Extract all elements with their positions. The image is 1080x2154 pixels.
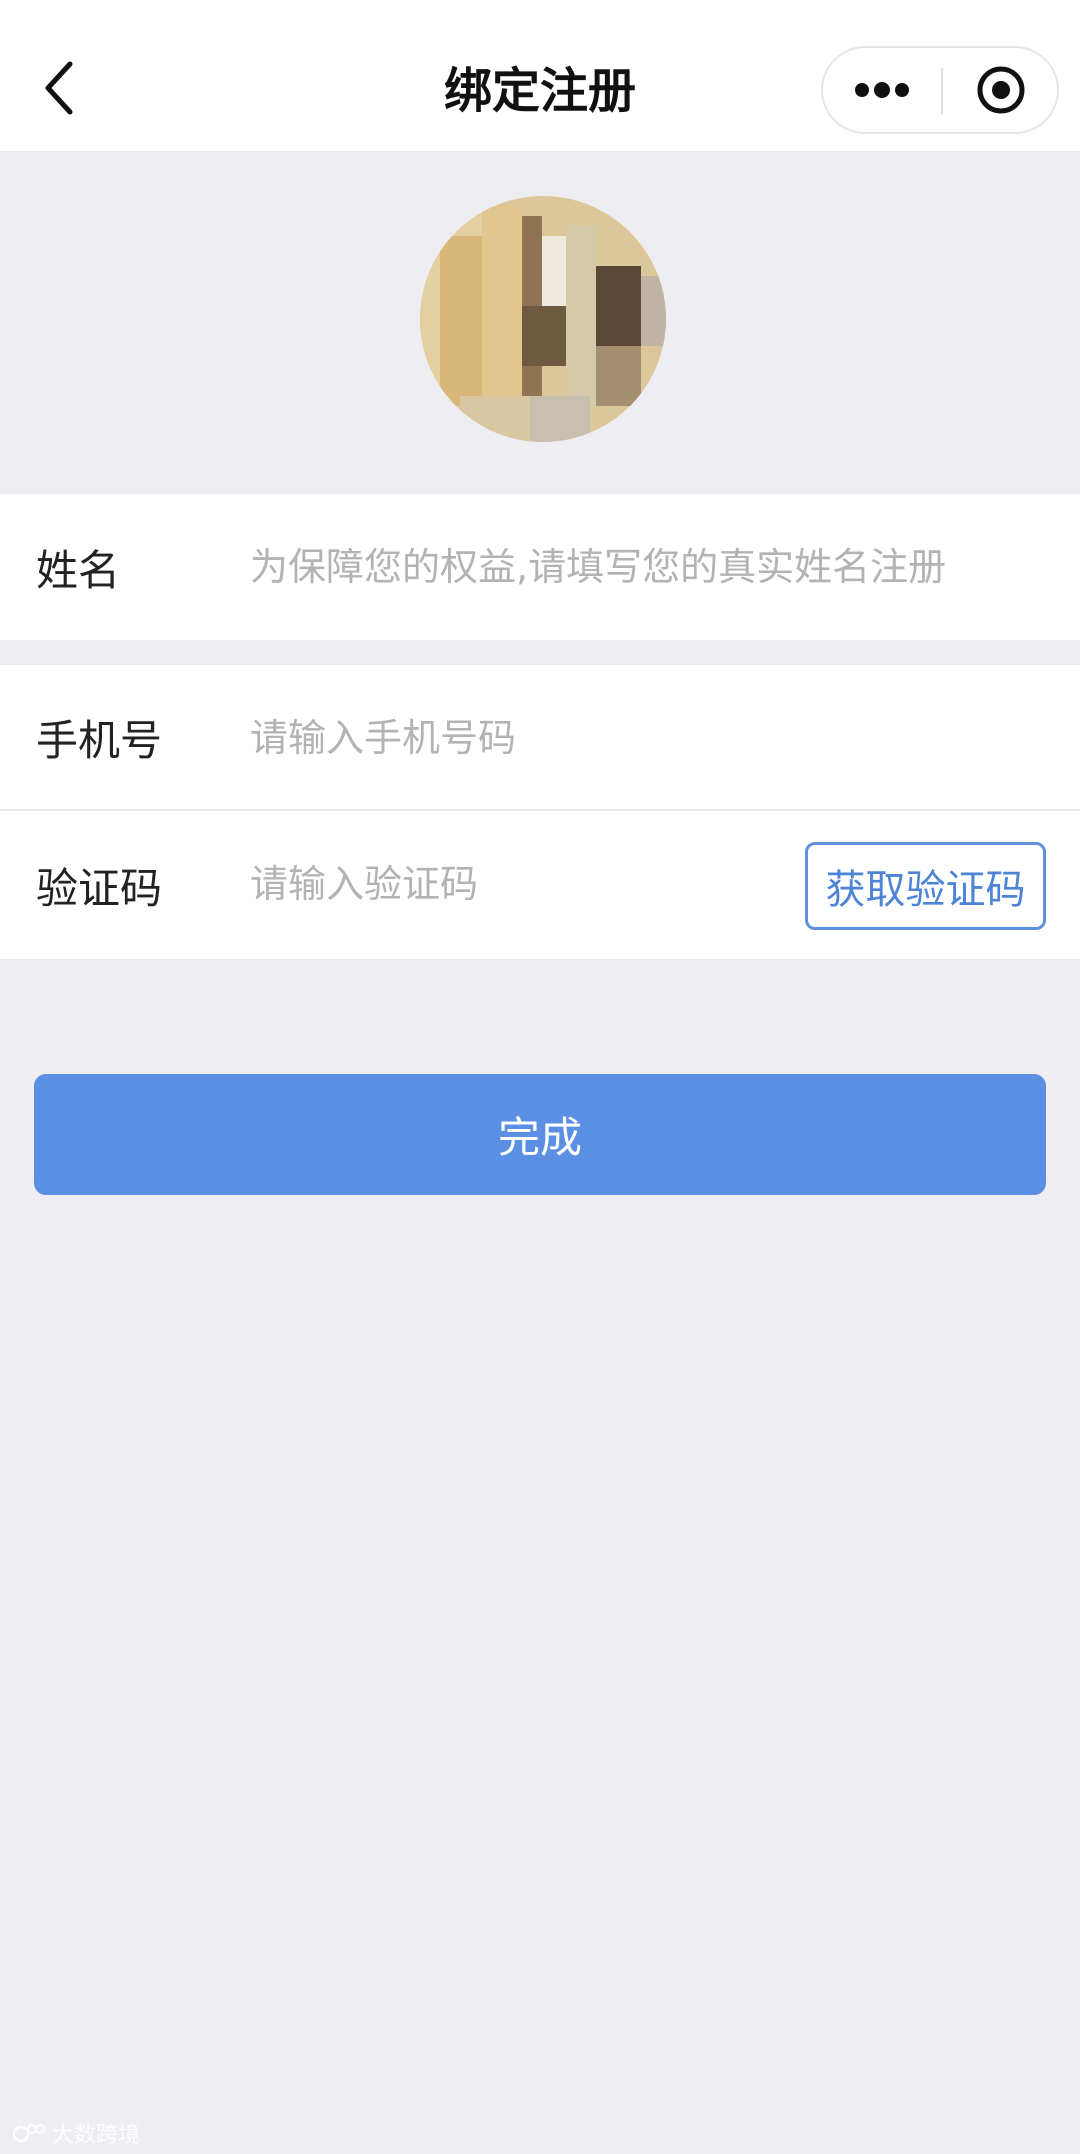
top-navbar: 绑定注册 <box>0 0 1080 151</box>
name-input[interactable] <box>250 524 1060 610</box>
close-button[interactable] <box>943 48 1059 132</box>
mini-program-capsule <box>821 46 1059 134</box>
phone-row: 手机号 <box>0 665 1080 810</box>
target-close-icon <box>977 66 1025 114</box>
watermark-logo-icon <box>12 2124 45 2143</box>
get-code-button[interactable]: 获取验证码 <box>805 842 1046 930</box>
more-dots-icon <box>855 82 909 98</box>
avatar-pixelated <box>420 196 666 442</box>
phone-label: 手机号 <box>36 716 163 765</box>
chevron-left-icon <box>45 61 73 115</box>
code-row: 验证码 获取验证码 <box>0 811 1080 959</box>
finish-button[interactable]: 完成 <box>34 1074 1046 1195</box>
avatar[interactable] <box>420 196 666 442</box>
code-input[interactable] <box>250 841 790 927</box>
name-label: 姓名 <box>36 545 121 595</box>
name-row: 姓名 <box>0 494 1080 640</box>
phone-input[interactable] <box>250 695 1040 781</box>
code-label: 验证码 <box>36 863 163 913</box>
more-button[interactable] <box>823 48 941 132</box>
back-button[interactable] <box>28 52 92 124</box>
watermark: 大数跨境 <box>12 2118 140 2148</box>
watermark-text: 大数跨境 <box>52 2123 141 2148</box>
